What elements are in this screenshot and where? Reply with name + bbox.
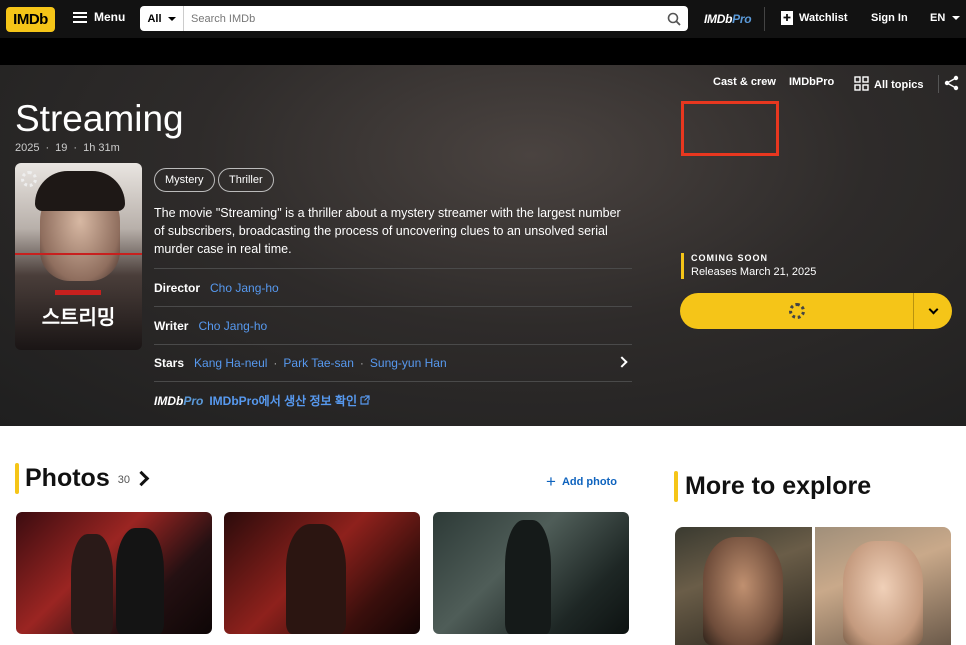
plot-summary: The movie "Streaming" is a thriller abou… — [154, 206, 621, 256]
photo-thumbnail[interactable] — [224, 512, 420, 634]
photos-header[interactable]: Photos 30 — [15, 463, 150, 494]
poster-redline — [15, 253, 142, 255]
explore-face — [843, 541, 923, 645]
chevron-down-icon — [928, 304, 938, 314]
poster-image[interactable]: 스트리밍 — [15, 163, 142, 350]
chevron-right-icon — [133, 470, 150, 487]
explore-title: More to explore — [685, 472, 872, 500]
poster-red-tag — [55, 290, 101, 295]
imdbpro-link[interactable]: IMDbPro — [704, 12, 752, 26]
release-date: Releases March 21, 2025 — [691, 266, 817, 278]
age-rating[interactable]: 19 — [55, 142, 67, 154]
section-accent-bar — [674, 471, 678, 502]
external-link-icon — [360, 394, 370, 408]
stars-row[interactable]: Stars Kang Ha-neul · Park Tae-san · Sung… — [154, 344, 632, 382]
nav-divider — [764, 7, 765, 31]
highlight-box — [681, 101, 779, 156]
genre-chip-thriller[interactable]: Thriller — [218, 168, 274, 192]
photo-figure — [505, 520, 551, 634]
add-photo-button[interactable]: + Add photo — [546, 472, 617, 492]
stars-label: Stars — [154, 356, 185, 370]
imdbpro-a: IMDb — [704, 12, 733, 26]
writer-label: Writer — [154, 318, 189, 333]
poster-title: 스트리밍 — [41, 307, 116, 329]
grid-icon — [854, 76, 869, 94]
director-row: Director Cho Jang-ho — [154, 268, 632, 306]
search-input[interactable]: Search IMDb — [184, 13, 660, 25]
photo-thumbnail[interactable] — [16, 512, 212, 634]
signin-button[interactable]: Sign In — [871, 12, 908, 24]
coming-soon-label: COMING SOON — [691, 253, 769, 263]
more-to-explore-header: More to explore — [674, 471, 871, 502]
pro-a: IMDb — [154, 393, 184, 408]
watchlist-main-button[interactable] — [680, 293, 914, 329]
meta-dot: · — [45, 142, 50, 154]
release-year[interactable]: 2025 — [15, 142, 39, 154]
loading-spinner-icon — [21, 171, 37, 187]
stars-dot: · — [359, 356, 364, 370]
writer-link[interactable]: Cho Jang-ho — [198, 319, 267, 333]
search-category-label: All — [147, 12, 162, 25]
topic-divider — [938, 75, 939, 93]
imdbpro-production-link[interactable]: IMDbPro에서 생산 정보 확인 — [209, 392, 357, 409]
explore-face — [703, 537, 783, 645]
caret-down-icon — [167, 16, 176, 21]
loading-spinner-icon — [788, 303, 805, 319]
chevron-right-icon[interactable] — [616, 356, 628, 368]
page-title: Streaming — [15, 98, 184, 139]
caret-down-icon — [952, 16, 961, 20]
stars-dot: · — [273, 356, 278, 370]
language-selector[interactable]: EN — [930, 12, 961, 24]
photos-title: Photos — [25, 464, 110, 492]
star-link[interactable]: Park Tae-san — [283, 356, 353, 370]
watchlist-dropdown-button[interactable] — [914, 293, 952, 329]
director-label: Director — [154, 280, 201, 295]
genre-chip-mystery[interactable]: Mystery — [154, 168, 215, 192]
watchlist-button[interactable]: Watchlist — [781, 11, 848, 25]
star-link[interactable]: Kang Ha-neul — [194, 356, 267, 370]
meta-dot: · — [73, 142, 78, 154]
imdbpro-production-row: IMDbPro IMDbPro에서 생산 정보 확인 — [154, 392, 370, 409]
explore-image[interactable] — [815, 527, 951, 645]
imdbpro-logo: IMDbPro — [154, 394, 203, 408]
coming-soon-block: COMING SOON Releases March 21, 2025 — [681, 253, 816, 279]
share-icon[interactable] — [944, 75, 959, 96]
hamburger-icon — [73, 11, 87, 23]
watchlist-label: Watchlist — [799, 12, 848, 24]
search-icon[interactable] — [660, 6, 688, 31]
search-bar: All Search IMDb — [140, 6, 688, 31]
cast-crew-link[interactable]: Cast & crew — [713, 76, 776, 88]
photo-figure — [116, 528, 164, 634]
photo-figure — [286, 524, 346, 634]
title-meta: 2025 · 19 · 1h 31m — [15, 142, 120, 154]
ad-band — [0, 38, 966, 65]
explore-image[interactable] — [675, 527, 812, 645]
writer-row: Writer Cho Jang-ho — [154, 306, 632, 344]
pro-b: Pro — [183, 393, 204, 408]
director-link[interactable]: Cho Jang-ho — [210, 281, 279, 295]
photos-count: 30 — [117, 474, 130, 486]
add-photo-label: Add photo — [561, 476, 617, 488]
poster-hair — [35, 171, 125, 211]
photo-figure — [71, 534, 113, 634]
top-navbar: IMDb Menu All Search IMDb IMDbPro Watchl… — [0, 0, 966, 38]
imdbpro-b: Pro — [732, 12, 752, 26]
star-link[interactable]: Sung-yun Han — [370, 356, 447, 370]
section-accent-bar — [15, 463, 19, 494]
add-to-watchlist-button[interactable] — [680, 293, 952, 329]
all-topics-link[interactable]: All topics — [854, 76, 924, 94]
watchlist-icon — [781, 11, 793, 25]
photo-thumbnail[interactable] — [433, 512, 629, 634]
imdb-logo[interactable]: IMDb — [6, 7, 55, 32]
imdbpro-topic-link[interactable]: IMDbPro — [789, 76, 834, 88]
menu-button[interactable]: Menu — [73, 10, 125, 24]
plus-icon: + — [546, 472, 556, 491]
search-category-dropdown[interactable]: All — [140, 6, 184, 31]
language-label: EN — [930, 12, 946, 24]
all-topics-label: All topics — [874, 79, 924, 91]
menu-label: Menu — [94, 10, 126, 24]
runtime: 1h 31m — [83, 142, 120, 154]
